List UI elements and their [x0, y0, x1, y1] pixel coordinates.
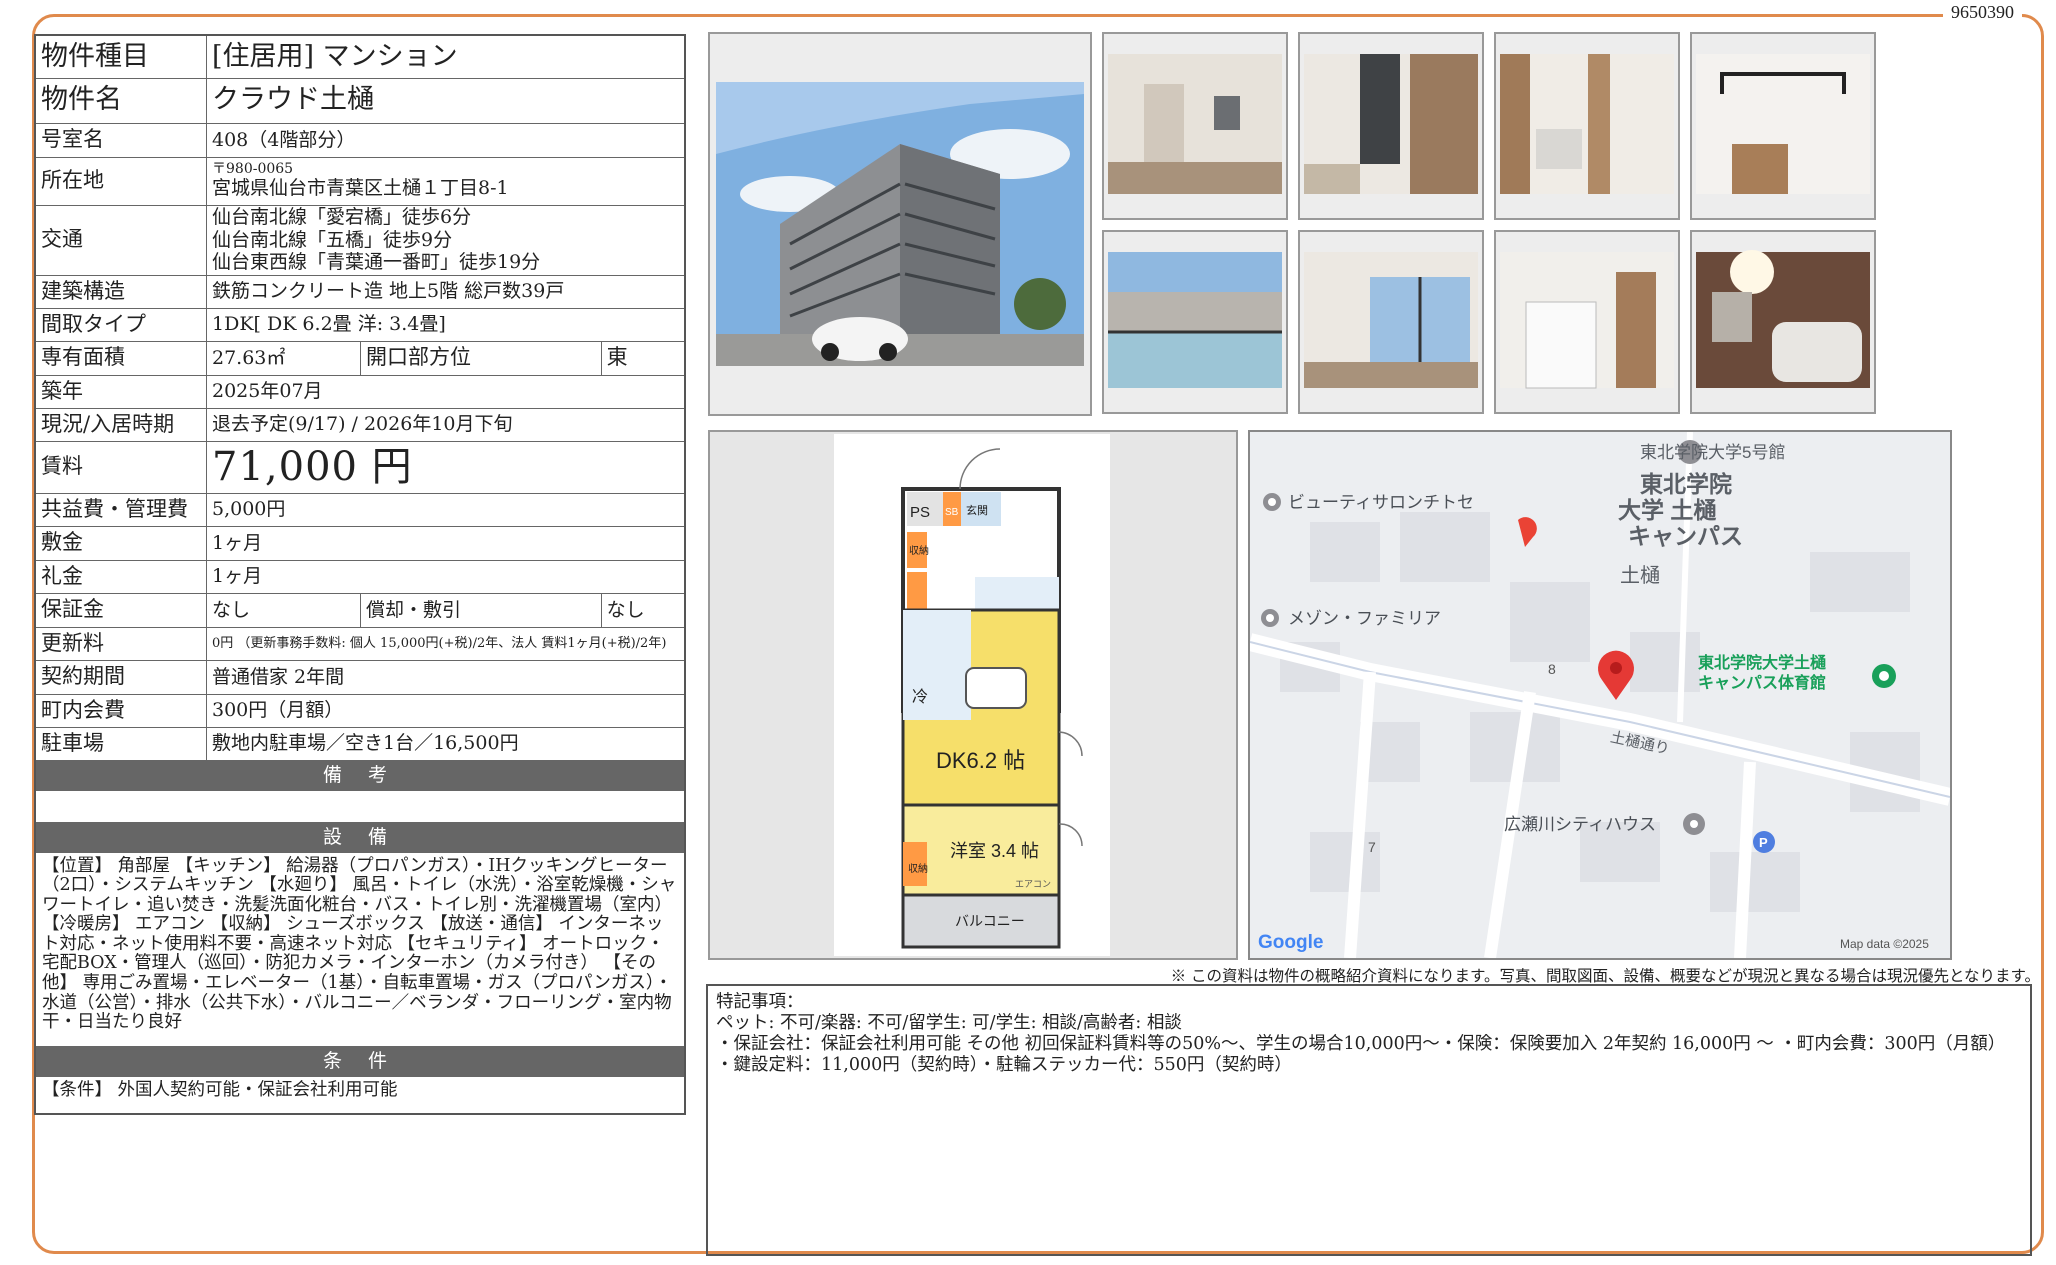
remarks-header: 備 考 — [34, 759, 686, 791]
transit-label: 交通 — [34, 204, 207, 276]
western-room-label: 洋室 3.4 帖 — [950, 841, 1039, 861]
community-label: 町内会費 — [34, 693, 207, 728]
map-label-8: 8 — [1548, 661, 1556, 677]
type-label: 物件種目 — [34, 34, 207, 79]
built-label: 築年 — [34, 374, 207, 409]
layout-value: 1DK[ DK 6.2畳 洋: 3.4畳] — [206, 307, 686, 342]
map-label-maison: メゾン・ファミリア — [1288, 609, 1441, 628]
transit-line: 仙台南北線「五橋」徒歩9分 — [212, 228, 453, 251]
map-label-univ-bldg: 東北学院大学5号館 — [1640, 443, 1785, 462]
amort-value: なし — [600, 592, 686, 628]
map-label-tsuchitoi: 土樋 — [1620, 564, 1660, 587]
map-label-salon: ビューティサロンチトセ — [1288, 493, 1474, 512]
special-notes-title: 特記事項： — [716, 992, 804, 1012]
remarks-body — [34, 789, 686, 823]
community-value: 300円（月額） — [206, 693, 686, 728]
status-value: 退去予定(9/17) / 2026年10月下旬 — [206, 407, 686, 442]
conditions-body: 【条件】 外国人契約可能・保証会社利用可能 — [34, 1075, 686, 1115]
special-notes-box: 特記事項： ペット: 不可/楽器: 不可/留学生: 可/学生: 相談/高齢者: … — [706, 984, 2032, 1256]
transit-cell: 仙台南北線「愛宕橋」徒歩6分 仙台南北線「五橋」徒歩9分 仙台東西線「青葉通一番… — [206, 204, 686, 276]
storage-label: 収納 — [909, 544, 929, 557]
fridge-label: 冷 — [912, 688, 928, 706]
parking-label: 駐車場 — [34, 726, 207, 761]
special-notes-line: ペット: 不可/楽器: 不可/留学生: 可/学生: 相談/高齢者: 相談 — [716, 1013, 1182, 1033]
equipment-body: 【位置】 角部屋 【キッチン】 給湯器（プロパンガス）・IHクッキングヒーター（… — [34, 851, 686, 1047]
keymoney-value: 1ヶ月 — [206, 559, 686, 594]
aircon-label: エアコン — [1015, 879, 1051, 889]
disclaimer-note: ※ この資料は物件の概略紹介資料になります。写真、間取図面、設備、概要などが現況… — [1170, 967, 2040, 985]
floor-plan: PS SB 玄関 収納 冷 DK6.2 帖 洋室 3.4 帖 収納 エアコン バ… — [708, 430, 1238, 960]
balcony-label: バルコニー — [955, 913, 1025, 929]
document-id: 9650390 — [1943, 2, 2022, 23]
transit-line: 仙台南北線「愛宕橋」徒歩6分 — [212, 205, 472, 228]
equipment-header: 設 備 — [34, 821, 686, 853]
amort-label: 償却・敷引 — [360, 592, 602, 628]
entrance-label: 玄関 — [966, 503, 988, 517]
address-label: 所在地 — [34, 156, 207, 206]
rent-label: 賃料 — [34, 440, 207, 494]
conditions-header: 条 件 — [34, 1045, 686, 1077]
address-cell: 〒980-0065 宮城県仙台市青葉区土樋１丁目8-1 — [206, 156, 686, 206]
structure-value: 鉄筋コンクリート造 地上5階 総戸数39戸 — [206, 274, 686, 309]
renewal-value: 0円 （更新事務手数料: 個人 15,000円(+税)/2年、法人 賃料1ヶ月(… — [206, 626, 686, 661]
structure-label: 建築構造 — [34, 274, 207, 309]
dk-label: DK6.2 帖 — [936, 748, 1025, 773]
ps-label: PS — [910, 504, 930, 521]
parking-icon: P — [1759, 835, 1768, 850]
interior-photo — [1298, 32, 1484, 220]
parking-value: 敷地内駐車場／空き1台／16,500円 — [206, 726, 686, 761]
sb-label: SB — [945, 507, 959, 518]
interior-photo — [1690, 32, 1876, 220]
room-value: 408（4階部分） — [206, 122, 686, 158]
renewal-label: 更新料 — [34, 626, 207, 661]
interior-photo — [1102, 230, 1288, 414]
address-zip: 〒980-0065 — [212, 160, 294, 177]
property-spec-table: 物件種目 [住居用] マンション 物件名 クラウド土樋 号室名 408（4階部分… — [34, 34, 686, 1115]
name-label: 物件名 — [34, 77, 207, 124]
rent-value: 71,000 円 — [206, 440, 686, 494]
storage-label: 収納 — [908, 862, 928, 875]
deposit-label: 敷金 — [34, 525, 207, 561]
direction-value: 東 — [600, 340, 686, 376]
fee-value: 5,000円 — [206, 492, 686, 527]
map-label-7: 7 — [1368, 839, 1376, 855]
guarantee-label: 保証金 — [34, 592, 207, 628]
area-value: 27.63㎡ — [206, 340, 361, 376]
deposit-value: 1ヶ月 — [206, 525, 686, 561]
location-map[interactable]: 東北学院大学5号館 東北学院大学 土樋キャンパス 土樋 ビューティサロンチトセ … — [1248, 430, 1952, 960]
name-value: クラウド土樋 — [206, 77, 686, 124]
built-value: 2025年07月 — [206, 374, 686, 409]
area-label: 専有面積 — [34, 340, 207, 376]
interior-photo — [1298, 230, 1484, 414]
fee-label: 共益費・管理費 — [34, 492, 207, 527]
building-exterior-photo — [708, 32, 1092, 416]
status-label: 現況/入居時期 — [34, 407, 207, 442]
interior-photo — [1690, 230, 1876, 414]
interior-photo — [1102, 32, 1288, 220]
direction-label: 開口部方位 — [360, 340, 602, 376]
map-label-hirose: 広瀬川シティハウス — [1504, 815, 1656, 834]
special-notes-line: ・鍵設定料：11,000円（契約時）・駐輪ステッカー代：550円（契約時） — [716, 1055, 1292, 1075]
interior-photo — [1494, 230, 1680, 414]
map-copyright: Map data ©2025 — [1840, 937, 1929, 951]
room-label: 号室名 — [34, 122, 207, 158]
interior-photo — [1494, 32, 1680, 220]
type-value: [住居用] マンション — [206, 34, 686, 79]
address-value: 宮城県仙台市青葉区土樋１丁目8-1 — [212, 177, 509, 200]
guarantee-value: なし — [206, 592, 361, 628]
layout-label: 間取タイプ — [34, 307, 207, 342]
contract-value: 普通借家 2年間 — [206, 659, 686, 695]
special-notes-line: ・保証会社：保証会社利用可能 その他 初回保証料賃料等の50%〜、学生の場合10… — [716, 1034, 2006, 1054]
keymoney-label: 礼金 — [34, 559, 207, 594]
transit-line: 仙台東西線「青葉通一番町」徒歩19分 — [212, 251, 541, 274]
google-logo: Google — [1258, 932, 1323, 953]
contract-label: 契約期間 — [34, 659, 207, 695]
